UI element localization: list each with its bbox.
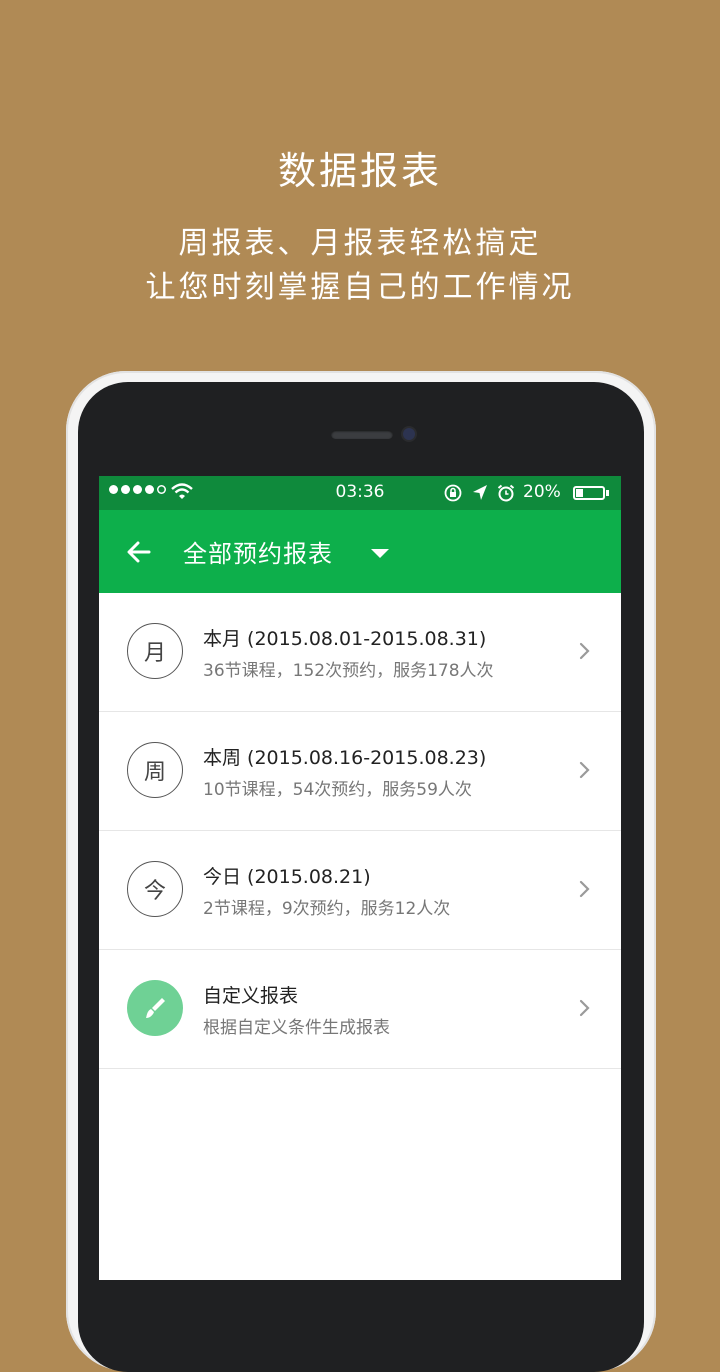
report-item-today[interactable]: 今 今日 (2015.08.21) 2节课程，9次预约，服务12人次 — [99, 831, 621, 950]
report-item-month[interactable]: 月 本月 (2015.08.01-2015.08.31) 36节课程，152次预… — [99, 593, 621, 712]
report-filter-title[interactable]: 全部预约报表 — [183, 534, 333, 569]
battery-tip — [606, 490, 609, 496]
promo-title: 数据报表 — [277, 149, 442, 193]
report-item-custom[interactable]: 自定义报表 根据自定义条件生成报表 — [99, 950, 621, 1069]
custom-badge — [127, 980, 183, 1036]
report-title: 今日 (2015.08.21) — [203, 866, 371, 888]
back-arrow-icon[interactable] — [125, 538, 153, 566]
phone-camera — [403, 428, 415, 440]
today-badge: 今 — [127, 861, 183, 917]
chevron-right-icon — [579, 761, 590, 779]
phone-speaker — [331, 430, 393, 439]
week-badge: 周 — [127, 742, 183, 798]
caret-down-icon[interactable] — [371, 549, 389, 558]
brush-icon — [146, 998, 165, 1018]
alarm-icon — [497, 484, 515, 502]
report-summary: 2节课程，9次预约，服务12人次 — [203, 899, 451, 919]
orientation-lock-icon — [444, 484, 462, 502]
location-arrow-icon — [473, 485, 487, 500]
month-badge: 月 — [127, 623, 183, 679]
chevron-right-icon — [579, 880, 590, 898]
chevron-right-icon — [579, 642, 590, 660]
chevron-right-icon — [579, 999, 590, 1017]
app-bar: 全部预约报表 — [99, 510, 621, 593]
report-item-week[interactable]: 周 本周 (2015.08.16-2015.08.23) 10节课程，54次预约… — [99, 712, 621, 831]
battery-icon — [573, 486, 605, 500]
report-summary: 根据自定义条件生成报表 — [203, 1018, 390, 1038]
report-title: 自定义报表 — [203, 985, 299, 1007]
report-summary: 36节课程，152次预约，服务178人次 — [203, 661, 494, 681]
promo-subtitle-line2: 让您时刻掌握自己的工作情况 — [145, 270, 575, 305]
phone-screen: 03:36 20% 全部预约报表 月 本月 (2015.08.01-2015.0… — [99, 476, 621, 1280]
status-bar: 03:36 20% — [99, 476, 621, 510]
report-list: 月 本月 (2015.08.01-2015.08.31) 36节课程，152次预… — [99, 593, 621, 1069]
report-title: 本周 (2015.08.16-2015.08.23) — [203, 747, 487, 769]
report-title: 本月 (2015.08.01-2015.08.31) — [203, 628, 487, 650]
report-summary: 10节课程，54次预约，服务59人次 — [203, 780, 472, 800]
promo-subtitle-line1: 周报表、月报表轻松搞定 — [178, 226, 542, 261]
battery-percent: 20% — [523, 482, 561, 502]
